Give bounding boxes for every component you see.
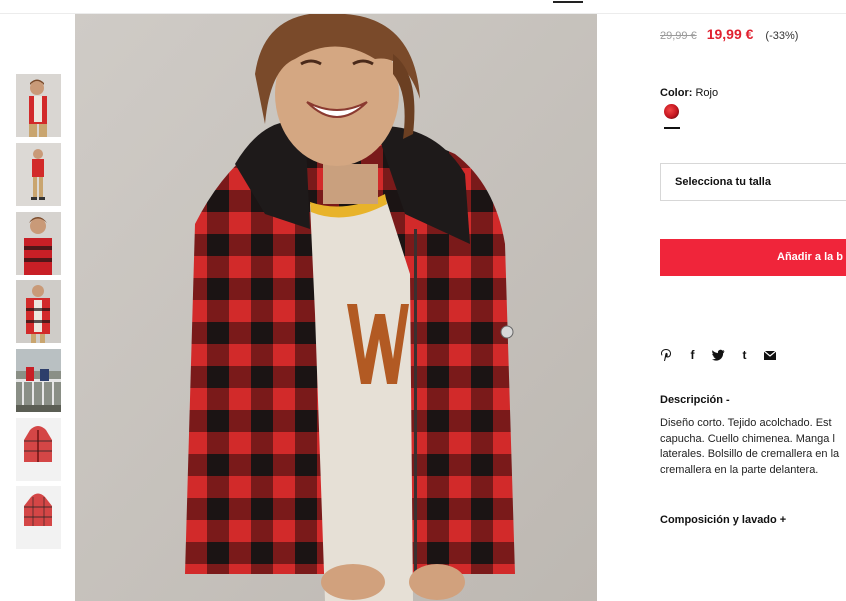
- thumbnail-7[interactable]: [16, 486, 61, 549]
- description-toggle[interactable]: Descripción -: [660, 394, 730, 406]
- thumbnail-2[interactable]: [16, 143, 61, 206]
- thumbnail-4[interactable]: [16, 280, 61, 343]
- twitter-icon[interactable]: [712, 349, 725, 361]
- color-value: Rojo: [695, 87, 719, 99]
- email-icon[interactable]: [764, 350, 777, 360]
- color-label: Color:: [660, 87, 693, 99]
- size-select-label: Selecciona tu talla: [675, 176, 771, 188]
- thumbnail-3[interactable]: [16, 212, 61, 275]
- description-line: Diseño corto. Tejido acolchado. Est: [660, 417, 832, 429]
- add-to-cart-button[interactable]: Añadir a la b: [660, 239, 846, 276]
- description-line: cremallera en la parte delantera.: [660, 463, 819, 476]
- pinterest-icon[interactable]: [660, 348, 673, 362]
- thumbnail-6[interactable]: [16, 418, 61, 481]
- selected-swatch-indicator: [664, 127, 680, 129]
- thumbnail-1[interactable]: [16, 74, 61, 137]
- original-price: 29,99 €: [660, 30, 697, 42]
- price-row: 29,99 € 19,99 € (-33%): [660, 26, 798, 42]
- share-bar: f t: [660, 348, 790, 362]
- size-select[interactable]: Selecciona tu talla: [660, 163, 846, 201]
- description-line: capucha. Cuello chimenea. Manga l: [660, 432, 835, 445]
- thumbnail-5[interactable]: [16, 349, 61, 412]
- color-label-row: Color: Rojo: [660, 87, 718, 99]
- description-line: laterales. Bolsillo de cremallera en la: [660, 448, 840, 460]
- active-tab-indicator: [553, 1, 583, 3]
- tumblr-icon[interactable]: t: [738, 348, 751, 362]
- sale-price: 19,99 €: [706, 26, 754, 42]
- facebook-icon[interactable]: f: [686, 348, 699, 362]
- add-to-cart-label: Añadir a la b: [777, 251, 844, 263]
- product-main-image[interactable]: [75, 14, 597, 601]
- description-text: Diseño corto. Tejido acolchado. Est capu…: [660, 416, 846, 480]
- discount-badge: (-33%): [765, 30, 799, 42]
- color-swatch-red[interactable]: [664, 104, 679, 119]
- composition-toggle[interactable]: Composición y lavado +: [660, 514, 786, 526]
